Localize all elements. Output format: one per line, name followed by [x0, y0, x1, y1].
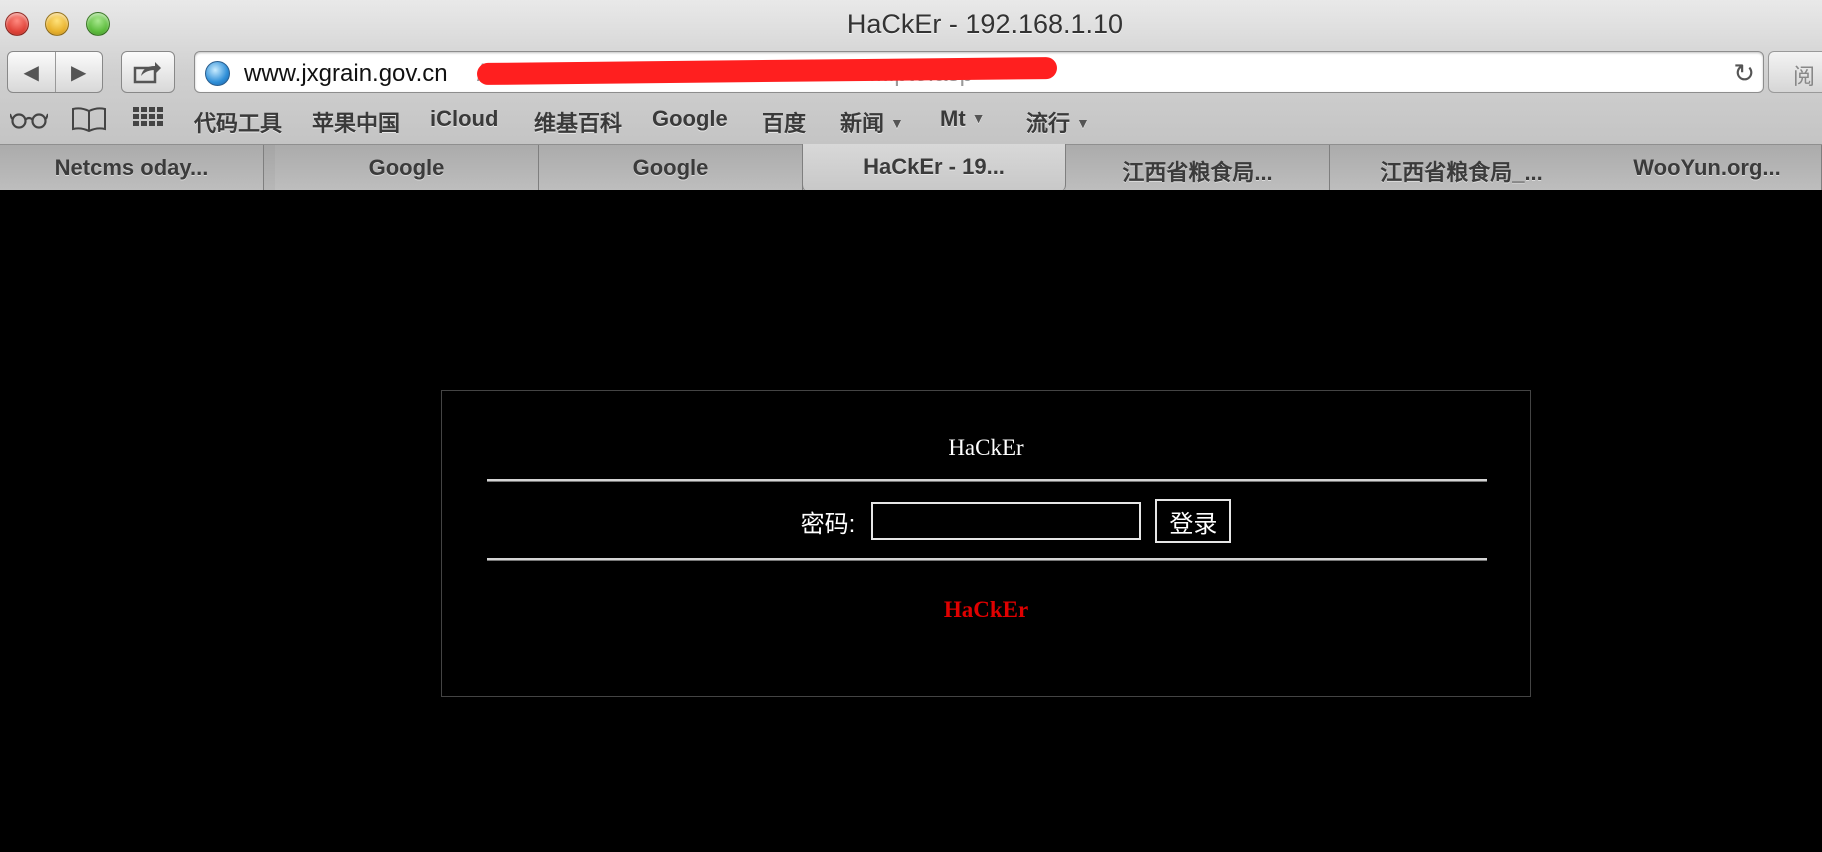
bookmark-wikipedia[interactable]: 维基百科 — [534, 106, 622, 138]
divider-bottom — [487, 558, 1487, 561]
bookmark-code-tools[interactable]: 代码工具 — [194, 106, 282, 138]
back-forward-group: ◀ ▶ — [7, 51, 103, 93]
toolbar: ◀ ▶ www.jxgrain.gov.cn /Userfiles/186737… — [0, 50, 1822, 98]
bookmark-folder-news-label: 新闻 — [840, 111, 885, 136]
page-title: HaCkEr — [948, 435, 1024, 460]
tab-google-2[interactable]: Google — [539, 145, 803, 191]
bookmark-folder-mt-label: Mt — [940, 106, 966, 131]
share-icon — [133, 62, 161, 84]
tab-hacker-active[interactable]: HaCkEr - 19... — [802, 144, 1066, 191]
bookmarks-bar: 代码工具 苹果中国 iCloud 维基百科 Google 百度 新闻 ▼ Mt ▼ … — [0, 100, 1822, 140]
page-content: HaCkEr 密码: 登录 HaCkEr — [0, 190, 1822, 852]
bookmark-baidu[interactable]: 百度 — [762, 106, 806, 138]
bookmark-folder-popular[interactable]: 流行 ▼ — [1026, 106, 1090, 138]
bookmark-folder-popular-label: 流行 — [1026, 111, 1071, 136]
footer-text: HaCkEr — [943, 597, 1029, 622]
share-button[interactable] — [121, 51, 175, 93]
password-label: 密码: — [800, 510, 856, 538]
forward-button[interactable]: ▶ — [54, 52, 103, 92]
password-input[interactable] — [871, 502, 1142, 540]
login-panel: HaCkEr 密码: 登录 HaCkEr — [441, 390, 1531, 697]
reader-button[interactable]: 阅 — [1768, 51, 1822, 93]
tab-bar: Netcms oday... Google Google HaCkEr - 19… — [0, 144, 1822, 191]
tab-wooyun[interactable]: WooYun.org... — [1593, 145, 1822, 191]
globe-icon — [205, 61, 230, 86]
top-sites-grid-icon[interactable] — [133, 104, 163, 134]
chevron-down-icon: ▼ — [971, 110, 986, 126]
address-bar[interactable]: www.jxgrain.gov.cn /Userfiles/1867371140… — [194, 51, 1764, 93]
tab-google-1[interactable]: Google — [275, 145, 539, 191]
back-button[interactable]: ◀ — [8, 52, 55, 92]
bookmark-icloud[interactable]: iCloud — [430, 106, 498, 132]
divider-top — [487, 479, 1487, 482]
bookmarks-book-icon[interactable] — [71, 104, 107, 134]
tab-jiangxi-grain-1[interactable]: 江西省粮食局... — [1066, 145, 1330, 191]
chevron-down-icon: ▼ — [890, 115, 904, 131]
tab-netcms[interactable]: Netcms oday... — [0, 145, 264, 191]
title-bar: HaCkEr - 192.168.1.10 — [0, 0, 1822, 50]
bookmark-apple-china[interactable]: 苹果中国 — [312, 106, 400, 138]
bookmark-google[interactable]: Google — [652, 106, 728, 132]
browser-chrome: HaCkEr - 192.168.1.10 ◀ ▶ www.jxgrain.go… — [0, 0, 1822, 191]
reading-list-icon[interactable] — [10, 104, 48, 134]
url-host: www.jxgrain.gov.cn — [244, 60, 448, 87]
reload-icon[interactable]: ↻ — [1733, 58, 1755, 89]
window-title: HaCkEr - 192.168.1.10 — [846, 9, 1124, 39]
login-button[interactable]: 登录 — [1155, 499, 1232, 543]
login-form: 密码: 登录 — [442, 499, 1530, 543]
tab-jiangxi-grain-2[interactable]: 江西省粮食局_... — [1330, 145, 1594, 191]
chevron-down-icon: ▼ — [1076, 115, 1090, 131]
bookmark-folder-news[interactable]: 新闻 ▼ — [840, 106, 904, 138]
bookmark-folder-mt[interactable]: Mt ▼ — [940, 106, 986, 132]
